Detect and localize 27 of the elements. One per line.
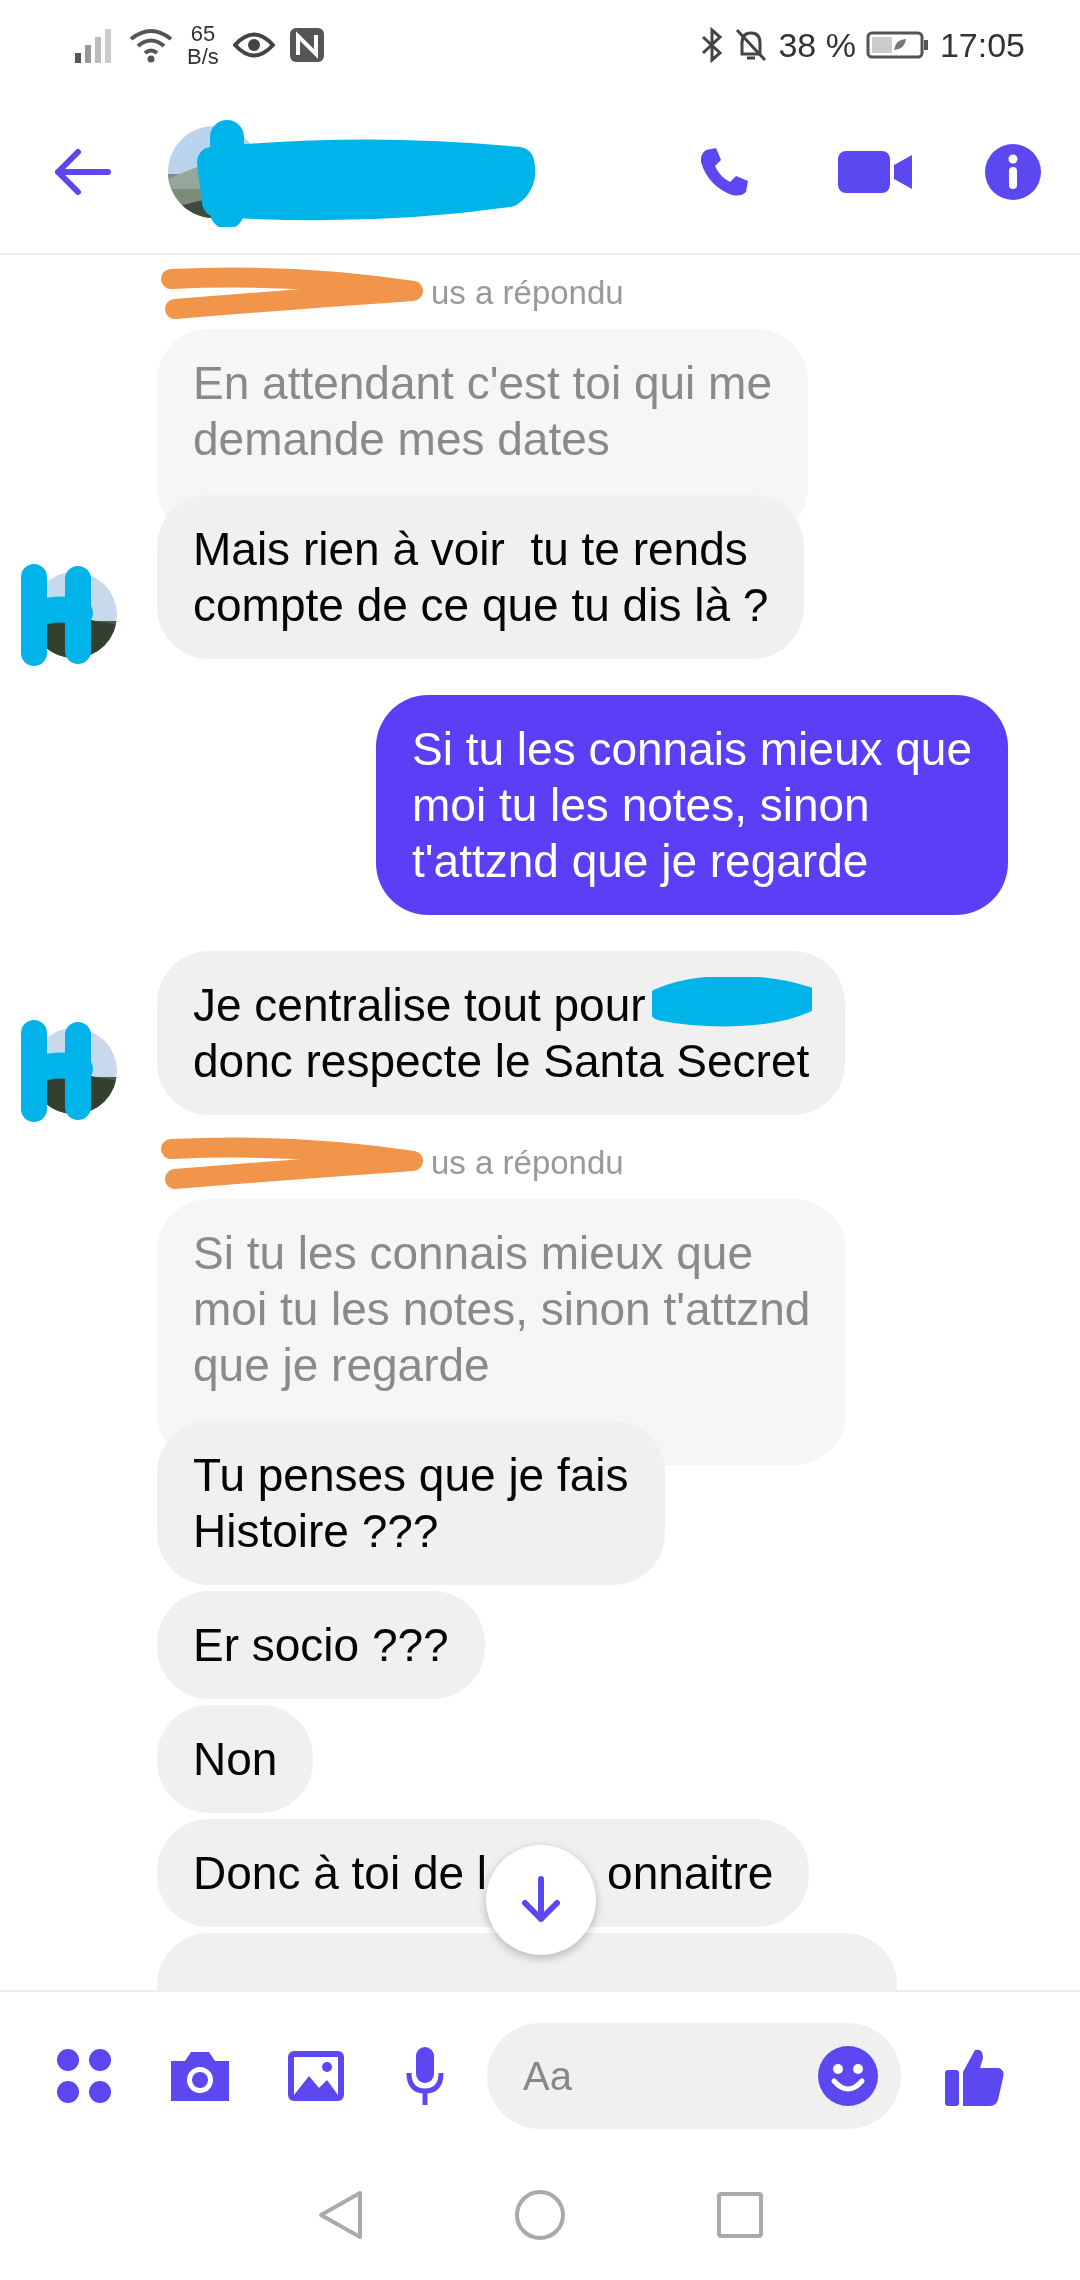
bell-off-icon [734, 27, 769, 63]
message-text: Je centralise tout pour [193, 979, 646, 1031]
battery-icon [865, 30, 930, 60]
reply-label: us a répondu [431, 274, 624, 312]
clock-time: 17:05 [939, 25, 1025, 65]
down-arrow-icon [519, 1875, 563, 1925]
bluetooth-icon [700, 27, 725, 63]
wifi-icon [129, 27, 173, 63]
eye-icon [232, 30, 275, 60]
image-icon[interactable] [285, 2048, 347, 2104]
message-text: donc respecte le Santa Secret [193, 1035, 810, 1087]
message-text: Donc à toi de l [193, 1847, 488, 1899]
apps-icon[interactable] [55, 2047, 113, 2105]
message-text: onnaitre [607, 1847, 774, 1899]
network-speed: 65 [190, 22, 216, 45]
nfc-icon [288, 27, 325, 63]
received-message-bubble: Non [157, 1705, 314, 1813]
network-speed-unit: B/s [187, 45, 219, 68]
back-arrow-icon[interactable] [52, 146, 112, 197]
info-icon[interactable] [984, 142, 1042, 201]
battery-percentage: 38 % [778, 25, 856, 65]
microphone-icon[interactable] [405, 2045, 445, 2107]
sent-message-bubble: Si tu les connais mieux que moi tu les notes, sinon t'attznd que je regarde [376, 695, 1008, 915]
message-input-field[interactable]: Aa [487, 2023, 901, 2129]
reply-label: us a répondu [431, 1144, 624, 1182]
received-message-bubble: Er socio ??? [157, 1591, 485, 1699]
emoji-icon[interactable] [817, 2045, 879, 2107]
